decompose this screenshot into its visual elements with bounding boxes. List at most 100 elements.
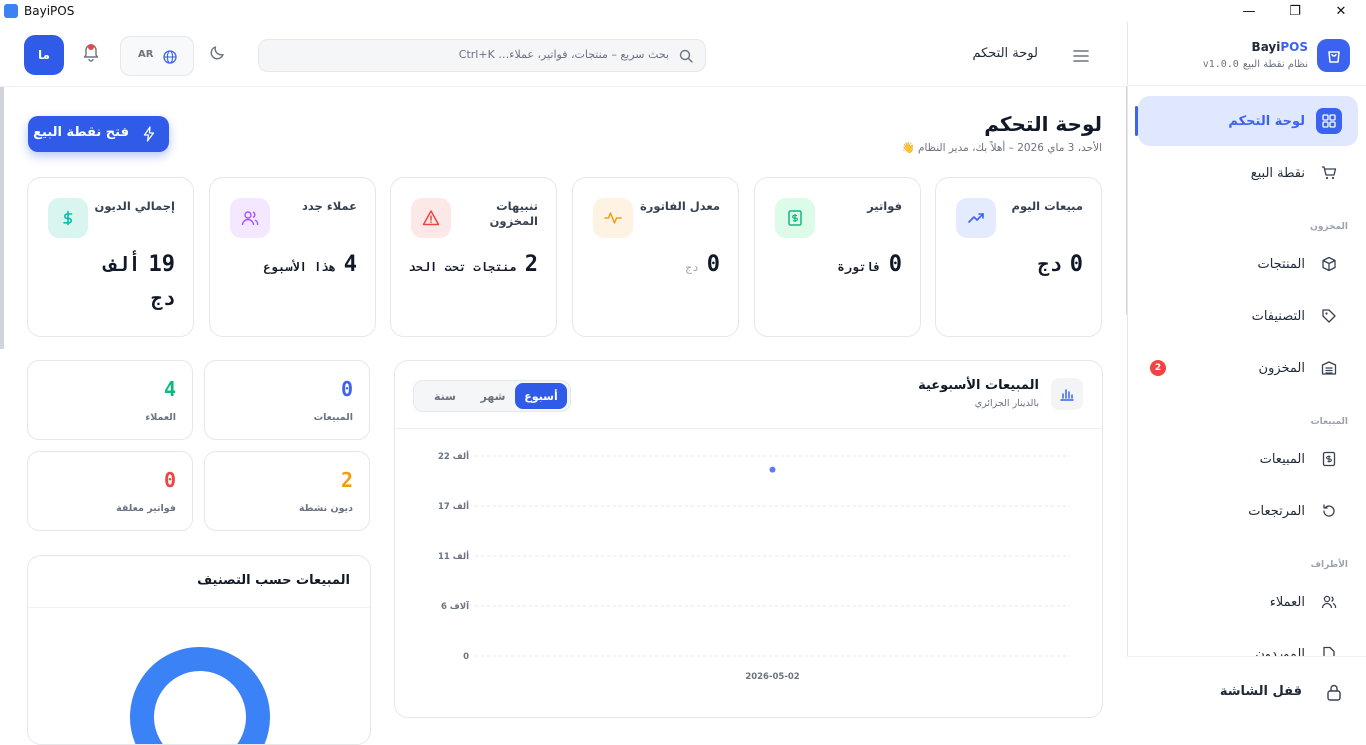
brand-subtitle-text: نظام نقطة البيع	[1242, 59, 1308, 70]
mini-stat-sales: 0 المبيعات	[204, 360, 370, 440]
left-scrollbar[interactable]	[0, 87, 4, 349]
sidebar-item-label: المخزون	[1258, 360, 1305, 376]
sidebar-item-dashboard[interactable]: لوحة التحكم	[1135, 96, 1358, 146]
sidebar-item-label: نقطة البيع	[1250, 165, 1305, 181]
mini-stat-value: 0	[163, 468, 176, 492]
weekly-sales-card: المبيعات الأسبوعية بالدينار الجزائري سنة…	[394, 360, 1103, 718]
brand-name: BayiPOS	[1252, 40, 1308, 54]
lock-icon	[1326, 683, 1342, 705]
app-icon	[4, 4, 18, 18]
bar-chart-icon	[1051, 378, 1083, 410]
tab-month[interactable]: شهر	[467, 383, 519, 409]
tab-year[interactable]: سنة	[419, 383, 471, 409]
tag-icon	[1316, 303, 1342, 329]
stat-number: 0	[1069, 252, 1083, 277]
cart-icon	[1316, 160, 1342, 186]
section-label-inventory: المخزون	[1310, 222, 1348, 232]
page-title: لوحة التحكم	[984, 112, 1102, 136]
sidebar-item-label: لوحة التحكم	[1228, 113, 1305, 129]
stat-title: عملاء جدد	[301, 199, 357, 213]
search-input[interactable]: بحث سريع – منتجات، فواتير، عملاء… Ctrl+K	[258, 39, 706, 72]
sidebar-item-label: المبيعات	[1259, 451, 1305, 467]
box-icon	[1316, 251, 1342, 277]
weekly-sales-plot: 0 6 آلاف 11 ألف 17 ألف 22 ألف 2026-05-02	[438, 450, 1070, 682]
stat-unit: هذا الأسبوع	[263, 260, 336, 274]
sidebar-item-categories[interactable]: التصنيفات	[1138, 291, 1358, 341]
open-pos-button[interactable]: فتح نقطة البيع	[28, 116, 169, 152]
period-tabs: سنة شهر أسبوع	[413, 380, 571, 412]
sidebar-item-label: التصنيفات	[1251, 308, 1305, 324]
stat-unit: منتجات تحت الحد	[408, 260, 517, 274]
stat-title: تنبيهات المخزون	[489, 199, 538, 228]
trending-up-icon	[956, 198, 996, 238]
sidebar-item-sales[interactable]: المبيعات	[1138, 434, 1358, 484]
brand-name-part2: POS	[1280, 40, 1308, 54]
bell-icon[interactable]	[82, 42, 100, 66]
y-tick-label: 11 ألف	[438, 550, 469, 562]
sidebar-item-customers[interactable]: العملاء	[1138, 577, 1358, 627]
minimize-button[interactable]: —	[1226, 0, 1272, 22]
receipt-icon	[1316, 446, 1342, 472]
moon-icon[interactable]	[210, 44, 226, 64]
window-titlebar: BayiPOS — ❐ ✕	[0, 0, 1366, 22]
users-icon	[230, 198, 270, 238]
tab-week[interactable]: أسبوع	[515, 383, 567, 409]
sidebar-item-products[interactable]: المنتجات	[1138, 239, 1358, 289]
language-switcher[interactable]: AR	[120, 36, 194, 76]
activity-icon	[593, 198, 633, 238]
grid-icon	[1316, 108, 1342, 134]
mini-stat-active-debts: 2 ديون نشطة	[204, 451, 370, 531]
stat-value-unit2: دج	[151, 286, 175, 311]
weekly-chart-subtitle: بالدينار الجزائري	[974, 398, 1039, 409]
stat-unit: دج	[1037, 252, 1062, 276]
stat-value: 0 دج	[1038, 252, 1083, 277]
stat-number: 0	[888, 252, 902, 277]
top-header: لوحة التحكم بحث سريع – منتجات، فواتير، ع…	[0, 22, 1127, 87]
dollar-doc-icon	[775, 198, 815, 238]
open-pos-label: فتح نقطة البيع	[33, 125, 129, 140]
y-tick-label: 6 آلاف	[441, 600, 470, 612]
user-avatar[interactable]: ما	[24, 35, 64, 75]
mini-stat-value: 2	[340, 468, 353, 492]
mini-stat-label: فواتير معلقة	[116, 503, 176, 514]
active-indicator	[1135, 106, 1138, 136]
stat-title: فواتير	[867, 199, 902, 213]
stat-value: 0 دج	[686, 252, 721, 277]
stat-title: إجمالي الديون	[94, 199, 175, 213]
brand-name-part1: Bayi	[1251, 40, 1281, 54]
sidebar-item-returns[interactable]: المرتجعات	[1138, 486, 1358, 536]
stat-number: 19	[148, 252, 176, 277]
brand-header: BayiPOS نظام نقطة البيعv1.0.0	[1127, 22, 1366, 86]
menu-icon[interactable]	[1073, 48, 1089, 67]
brand-subtitle: نظام نقطة البيعv1.0.0	[1203, 59, 1308, 70]
stat-unit: فاتورة	[837, 260, 881, 274]
window-title: BayiPOS	[24, 4, 75, 18]
warehouse-icon	[1316, 355, 1342, 381]
language-label: AR	[138, 49, 154, 60]
stat-number: 4	[343, 252, 357, 277]
category-sales-card: المبيعات حسب التصنيف	[27, 555, 371, 745]
data-point[interactable]	[769, 466, 776, 473]
search-placeholder: بحث سريع – منتجات، فواتير، عملاء… Ctrl+K	[458, 48, 669, 61]
category-chart-title: المبيعات حسب التصنيف	[197, 573, 350, 588]
y-tick-label: 22 ألف	[438, 450, 469, 462]
stat-card-new-customers: عملاء جدد 4 هذا الأسبوع	[209, 177, 376, 337]
close-button[interactable]: ✕	[1318, 0, 1364, 22]
sidebar-item-label: العملاء	[1269, 594, 1305, 610]
category-donut-chart	[130, 647, 270, 745]
sidebar-item-inventory[interactable]: المخزون 2	[1138, 343, 1358, 393]
lock-screen-button[interactable]: قفل الشاشة	[1127, 656, 1366, 730]
donut-slice[interactable]	[130, 647, 270, 745]
sidebar-item-pos[interactable]: نقطة البيع	[1138, 148, 1358, 198]
globe-icon	[163, 49, 177, 68]
inventory-alert-badge: 2	[1150, 360, 1166, 376]
weekly-chart-title: المبيعات الأسبوعية	[918, 378, 1039, 393]
y-tick-label: 17 ألف	[438, 500, 469, 512]
header-title: لوحة التحكم	[972, 46, 1038, 61]
stat-unit: ألف	[104, 252, 141, 276]
sidebar-item-label: المنتجات	[1257, 256, 1305, 272]
restore-button[interactable]: ❐	[1272, 0, 1318, 22]
mini-stat-label: العملاء	[145, 412, 176, 423]
sidebar-item-label: المرتجعات	[1248, 503, 1305, 519]
stat-title: معدل الفاتورة	[639, 199, 720, 213]
